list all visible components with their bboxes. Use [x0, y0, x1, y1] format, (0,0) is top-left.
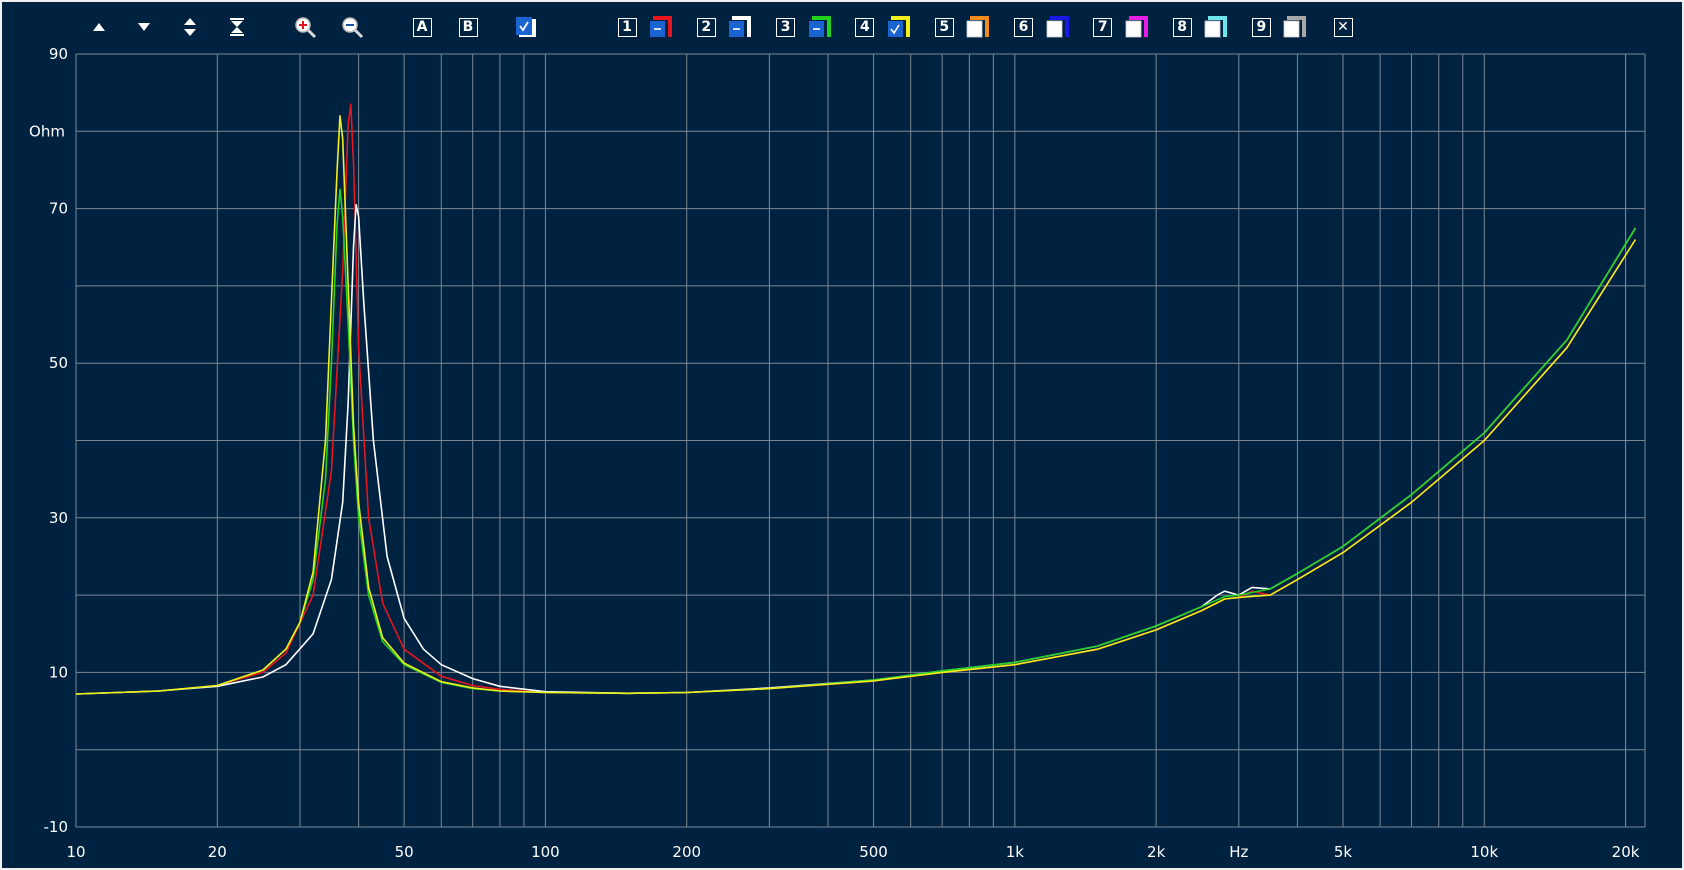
- y-tick-label: 50: [49, 354, 68, 372]
- series-line-4: [75, 115, 1637, 695]
- series-line-2: [75, 203, 1637, 695]
- impedance-chart: -10 10 30 50 70 90 10 20 50 100 200 500 1k 2k 5k 10k 20k…: [29, 45, 1646, 861]
- y-tick-label: 90: [49, 45, 68, 63]
- y-tick-label: 30: [49, 509, 68, 527]
- series-line-1: [75, 103, 1637, 695]
- series-line-3: [75, 188, 1637, 695]
- x-tick-label: 2k: [1147, 843, 1166, 861]
- x-tick-label: 10: [66, 843, 85, 861]
- x-tick-label: 1k: [1006, 843, 1025, 861]
- x-tick-label: 10k: [1470, 843, 1498, 861]
- x-axis-label: Hz: [1229, 843, 1248, 861]
- x-tick-label: 50: [395, 843, 414, 861]
- y-tick-label: 10: [49, 663, 68, 681]
- impedance-analyzer-window: A B 123456789 ✕ -10 10 30 50 70 90 10 20 50 100 20…: [0, 0, 1684, 870]
- x-tick-label: 20k: [1612, 843, 1640, 861]
- y-tick-label: -10: [44, 818, 69, 836]
- x-tick-label: 20: [208, 843, 227, 861]
- x-tick-label: 500: [859, 843, 888, 861]
- x-tick-label: 100: [531, 843, 560, 861]
- x-tick-label: 200: [672, 843, 701, 861]
- y-tick-label: 70: [49, 200, 68, 218]
- y-axis-label: Ohm: [29, 122, 65, 140]
- x-tick-label: 5k: [1334, 843, 1353, 861]
